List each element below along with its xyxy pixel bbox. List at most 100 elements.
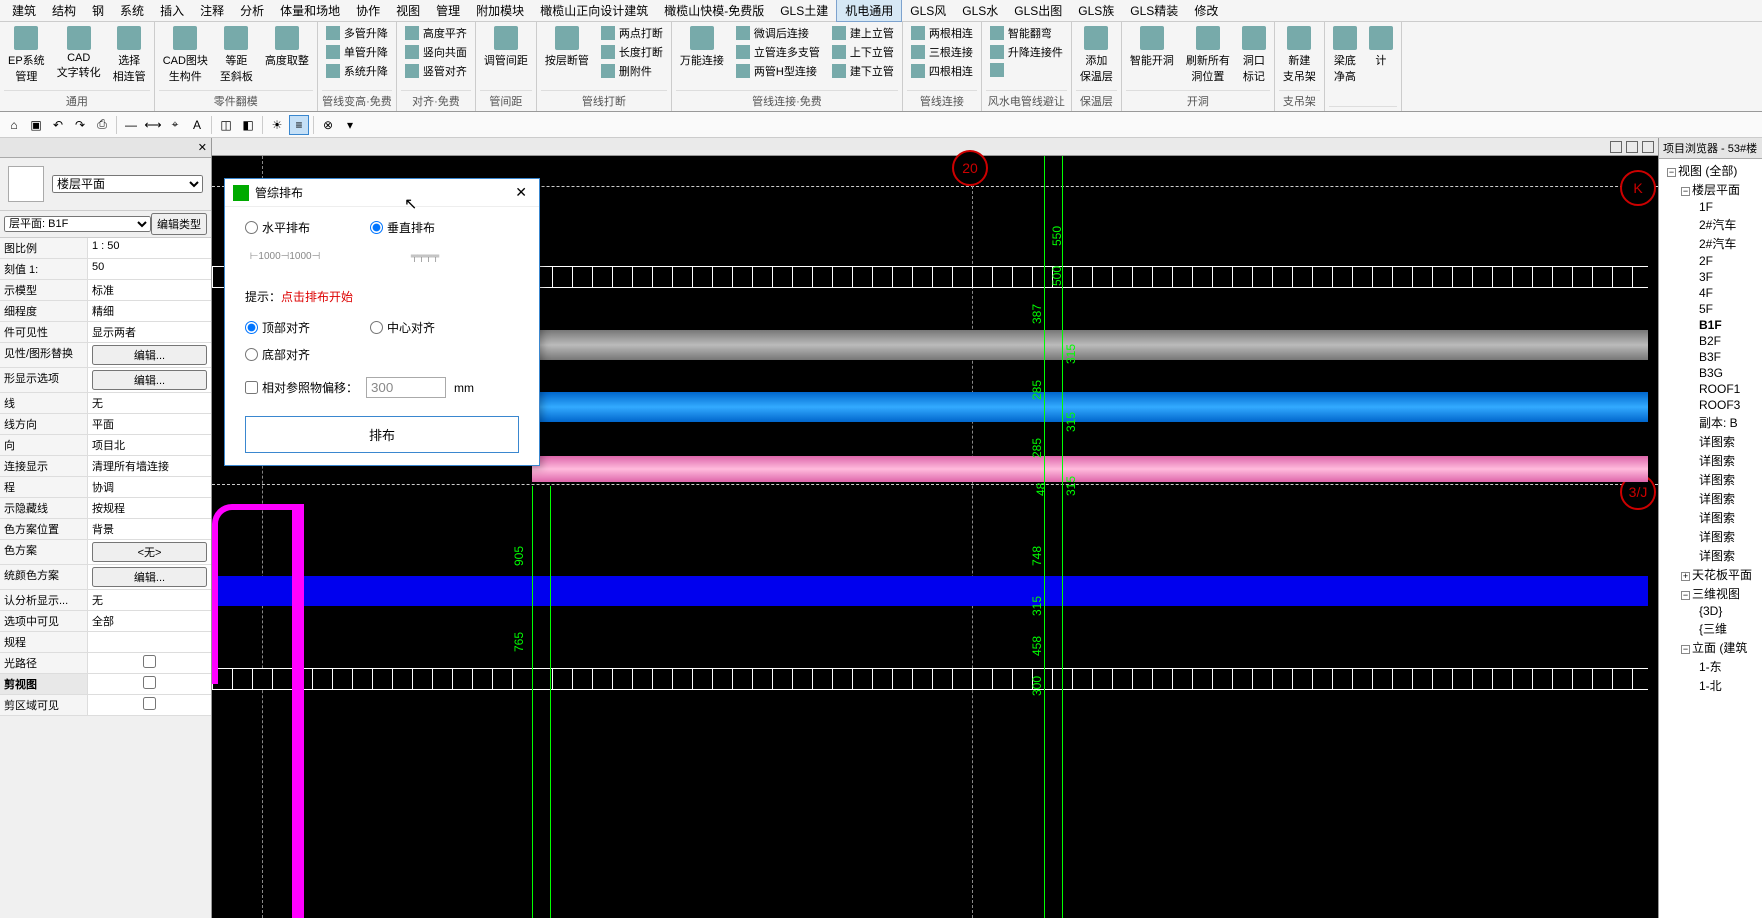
ribbon-button[interactable]: 等距至斜板 [216, 24, 257, 86]
ribbon-button[interactable]: 微调后连接 [732, 24, 824, 42]
property-value[interactable]: 项目北 [88, 435, 211, 455]
layout-horizontal-radio[interactable]: 水平排布 [245, 219, 310, 236]
pipe-magenta[interactable] [212, 504, 302, 684]
qat-line-icon[interactable]: ― [121, 115, 141, 135]
property-value[interactable]: 协调 [88, 477, 211, 497]
ribbon-button[interactable]: EP系统管理 [4, 24, 49, 86]
pipe-deepblue[interactable] [212, 576, 1648, 606]
ribbon-button[interactable]: 建下立管 [828, 62, 898, 80]
tree-node[interactable]: ROOF1 [1659, 381, 1762, 397]
tree-node[interactable]: −立面 (建筑 [1659, 638, 1762, 657]
ribbon-button[interactable]: CAD文字转化 [53, 24, 105, 82]
ribbon-button[interactable]: 按层断管 [541, 24, 593, 70]
menu-item[interactable]: 结构 [44, 0, 84, 21]
tree-node[interactable]: −楼层平面 [1659, 180, 1762, 199]
canvas-close-icon[interactable] [1642, 141, 1654, 153]
tree-node[interactable]: −三维视图 [1659, 584, 1762, 603]
tree-node[interactable]: 详图索 [1659, 527, 1762, 546]
ribbon-button[interactable] [986, 62, 1067, 78]
ribbon-button[interactable]: 两管H型连接 [732, 62, 824, 80]
menu-item[interactable]: 视图 [388, 0, 428, 21]
ribbon-button[interactable]: 选择相连管 [109, 24, 150, 86]
tree-node[interactable]: 1-北 [1659, 676, 1762, 695]
tree-node[interactable]: 详图索 [1659, 451, 1762, 470]
property-value[interactable]: 无 [88, 393, 211, 413]
tree-node[interactable]: 2#汽车 [1659, 215, 1762, 234]
ribbon-button[interactable]: 洞口标记 [1238, 24, 1270, 86]
align-center-radio[interactable]: 中心对齐 [370, 319, 435, 336]
ribbon-button[interactable]: 两根相连 [907, 24, 977, 42]
ribbon-button[interactable]: 刷新所有洞位置 [1182, 24, 1234, 86]
tree-node[interactable]: B1F [1659, 317, 1762, 333]
tree-node[interactable]: 副本: B [1659, 413, 1762, 432]
view-type-select[interactable]: 楼层平面 [52, 175, 203, 193]
ribbon-button[interactable]: 万能连接 [676, 24, 728, 70]
tree-node[interactable]: 详图索 [1659, 489, 1762, 508]
pipe-gray[interactable] [532, 330, 1648, 360]
qat-dim-icon[interactable]: ⟷ [143, 115, 163, 135]
view-name-select[interactable]: 层平面: B1F [4, 216, 151, 232]
ribbon-button[interactable]: 单管升降 [322, 43, 392, 61]
ribbon-button[interactable]: 高度平齐 [401, 24, 471, 42]
qat-undo-icon[interactable]: ↶ [48, 115, 68, 135]
qat-print-icon[interactable]: ⎙ [92, 115, 112, 135]
qat-text-icon[interactable]: A [187, 115, 207, 135]
ribbon-button[interactable]: 建上立管 [828, 24, 898, 42]
pipe-blue[interactable] [532, 392, 1648, 422]
ribbon-button[interactable]: 高度取整 [261, 24, 313, 70]
property-value[interactable]: 平面 [88, 414, 211, 434]
tree-node[interactable]: B3F [1659, 349, 1762, 365]
menu-item[interactable]: 钢 [84, 0, 112, 21]
align-top-radio[interactable]: 顶部对齐 [245, 319, 310, 336]
menu-item[interactable]: 体量和场地 [272, 0, 348, 21]
canvas-min-icon[interactable] [1610, 141, 1622, 153]
tree-node[interactable]: 详图索 [1659, 470, 1762, 489]
tree-node[interactable]: {3D} [1659, 603, 1762, 619]
offset-input[interactable] [366, 377, 446, 398]
property-value[interactable] [88, 674, 211, 694]
tree-node[interactable]: 详图索 [1659, 508, 1762, 527]
ribbon-button[interactable]: 三根连接 [907, 43, 977, 61]
menu-item[interactable]: 分析 [232, 0, 272, 21]
property-value[interactable] [88, 653, 211, 673]
layout-vertical-radio[interactable]: 垂直排布 [370, 219, 435, 236]
menu-item[interactable]: 修改 [1186, 0, 1226, 21]
property-value[interactable]: 按规程 [88, 498, 211, 518]
menu-item[interactable]: 系统 [112, 0, 152, 21]
ribbon-button[interactable]: 调管间距 [480, 24, 532, 70]
property-value[interactable]: 无 [88, 590, 211, 610]
tree-node[interactable]: 5F [1659, 301, 1762, 317]
ribbon-button[interactable]: CAD图块生构件 [159, 24, 212, 86]
menu-item[interactable]: 管理 [428, 0, 468, 21]
property-value[interactable]: 编辑... [88, 343, 211, 367]
qat-3d-icon[interactable]: ◫ [216, 115, 236, 135]
property-value[interactable] [88, 632, 211, 652]
qat-close-icon[interactable]: ⊗ [318, 115, 338, 135]
ribbon-button[interactable]: 竖管对齐 [401, 62, 471, 80]
tree-node[interactable]: 1-东 [1659, 657, 1762, 676]
tree-node[interactable]: 1F [1659, 199, 1762, 215]
menu-item[interactable]: GLS水 [954, 0, 1006, 21]
property-value[interactable]: <无> [88, 540, 211, 564]
properties-close-icon[interactable]: ✕ [198, 141, 207, 154]
ribbon-button[interactable]: 删附件 [597, 62, 667, 80]
menu-item[interactable]: 橄榄山快模-免费版 [656, 0, 772, 21]
tree-node[interactable]: ROOF3 [1659, 397, 1762, 413]
property-value[interactable]: 全部 [88, 611, 211, 631]
menu-item[interactable]: GLS土建 [772, 0, 836, 21]
menu-item[interactable]: GLS出图 [1006, 0, 1070, 21]
ribbon-button[interactable]: 上下立管 [828, 43, 898, 61]
ribbon-button[interactable]: 系统升降 [322, 62, 392, 80]
ribbon-button[interactable]: 立管连多支管 [732, 43, 824, 61]
qat-thin-lines-icon[interactable]: ≡ [289, 115, 309, 135]
property-value[interactable]: 精细 [88, 301, 211, 321]
menu-item[interactable]: 附加模块 [468, 0, 532, 21]
menu-item[interactable]: 插入 [152, 0, 192, 21]
menu-item[interactable]: 注释 [192, 0, 232, 21]
ribbon-button[interactable]: 竖向共面 [401, 43, 471, 61]
layout-go-button[interactable]: 排布 [245, 416, 519, 453]
align-bottom-radio[interactable]: 底部对齐 [245, 346, 310, 363]
qat-sun-icon[interactable]: ☀ [267, 115, 287, 135]
tree-node[interactable]: 2F [1659, 253, 1762, 269]
qat-section-icon[interactable]: ◧ [238, 115, 258, 135]
